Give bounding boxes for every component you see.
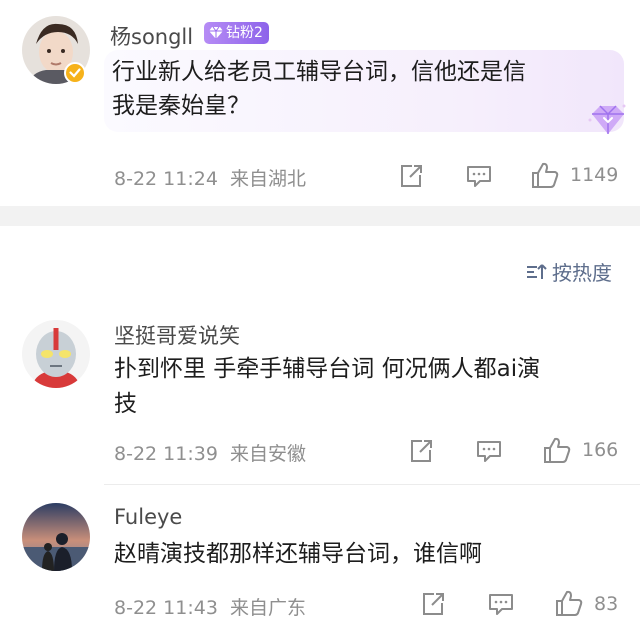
timestamp: 8-22 11:39 — [114, 443, 218, 465]
comment-divider — [104, 484, 640, 485]
comment-text-line1: 赵晴演技都那样还辅导台词，谁信啊 — [114, 541, 482, 567]
comment-meta: 8-22 11:43 来自广东 — [114, 593, 306, 620]
avatar[interactable] — [22, 320, 90, 388]
comment-text-line1: 行业新人给老员工辅导台词，信他还是信 — [112, 59, 526, 85]
comment-text-line1: 扑到怀里 手牵手辅导台词 何况俩人都ai演 — [114, 356, 541, 382]
comment-text-line2: 技 — [114, 391, 137, 417]
user-avatar-image — [22, 320, 90, 388]
comment-meta: 8-22 11:39 来自安徽 — [114, 439, 306, 466]
sort-icon — [527, 263, 547, 279]
share-icon[interactable] — [420, 591, 446, 617]
comment-meta: 8-22 11:24 来自湖北 — [114, 164, 306, 191]
comment-icon[interactable] — [488, 591, 514, 617]
timestamp: 8-22 11:43 — [114, 597, 218, 619]
timestamp: 8-22 11:24 — [114, 168, 218, 190]
comment-icon[interactable] — [476, 438, 502, 464]
location: 来自广东 — [229, 597, 306, 619]
diamond-icon — [209, 26, 223, 39]
avatar[interactable] — [22, 503, 90, 571]
username[interactable]: 坚挺哥爱说笑 — [114, 320, 240, 350]
thumbs-up-icon[interactable] — [542, 435, 572, 465]
verified-icon — [64, 62, 86, 84]
top-comment: 杨songll 钻粉2 行业新人给老员工辅导台词，信他还是信 我是秦始皇？ 8-… — [0, 0, 640, 206]
username[interactable]: 杨songll — [110, 21, 193, 51]
sort-label: 按热度 — [552, 261, 612, 285]
location: 来自湖北 — [229, 168, 306, 190]
fan-badge-label: 钻粉2 — [226, 25, 263, 41]
comment-icon[interactable] — [466, 163, 492, 189]
user-avatar-image — [22, 503, 90, 571]
like-count: 1149 — [570, 164, 619, 186]
share-icon[interactable] — [408, 438, 434, 464]
sort-toggle[interactable]: 按热度 — [526, 257, 612, 286]
like-count: 166 — [582, 439, 619, 461]
thumbs-up-icon[interactable] — [530, 160, 560, 190]
location: 来自安徽 — [229, 443, 306, 465]
thumbs-up-icon[interactable] — [554, 588, 584, 618]
section-separator — [0, 206, 640, 226]
diamond-decoration-icon — [588, 104, 626, 134]
share-icon[interactable] — [398, 163, 424, 189]
username[interactable]: Fuleye — [114, 505, 182, 529]
like-count: 83 — [594, 593, 619, 615]
fan-badge: 钻粉2 — [204, 22, 269, 44]
comment-text-line2: 我是秦始皇？ — [112, 93, 250, 119]
